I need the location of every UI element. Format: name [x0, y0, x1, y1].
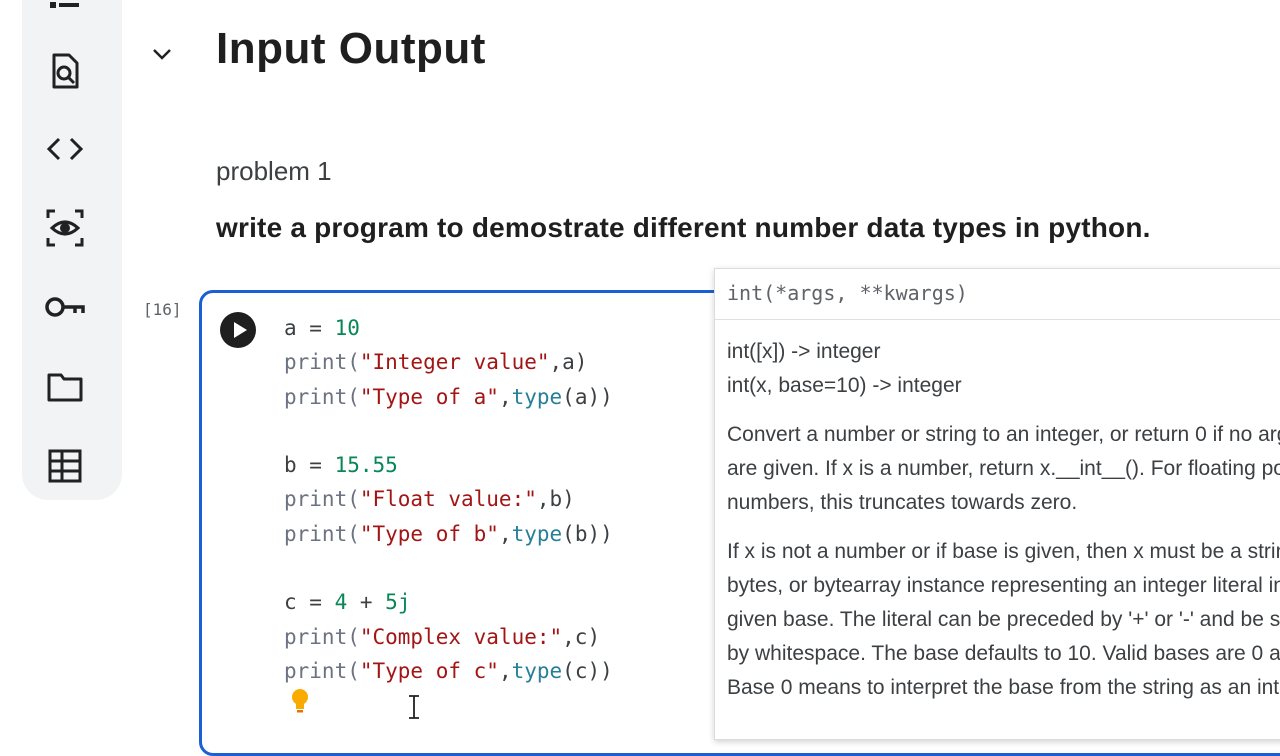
tooltip-line: by whitespace. The base defaults to 10. …: [727, 642, 1280, 665]
code-token: type: [511, 521, 563, 546]
code-token: (a)): [562, 384, 613, 409]
tooltip-line: Base 0 means to interpret the base from …: [727, 676, 1280, 699]
code-token: "Type of b": [359, 521, 499, 546]
execution-count: [16]: [143, 300, 182, 319]
lightbulb-icon[interactable]: [290, 688, 310, 714]
code-token: type: [511, 384, 563, 409]
code-token: ,: [498, 521, 512, 546]
code-token: 4: [334, 590, 348, 615]
code-token: ,: [498, 658, 512, 683]
code-token: "Type of c": [359, 658, 499, 683]
tooltip-signature: int(*args, **kwargs): [727, 281, 968, 305]
tooltip-line: If x is not a number or if base is given…: [727, 540, 1280, 563]
text-cursor-icon: [409, 695, 419, 719]
code-token: 15.55: [334, 453, 398, 478]
tooltip-line: are given. If x is a number, return x.__…: [727, 457, 1280, 480]
tooltip-docstring: int([x]) -> integer int(x, base=10) -> in…: [727, 335, 1280, 720]
code-token: +: [347, 590, 386, 615]
tooltip-line: int([x]) -> integer: [727, 340, 881, 363]
code-token: ,a): [549, 350, 588, 375]
code-token: a =: [284, 316, 335, 340]
code-line[interactable]: a = 10: [284, 311, 613, 345]
code-line[interactable]: [284, 414, 613, 448]
code-token: (b)): [562, 521, 613, 546]
tooltip-line: Convert a number or string to an integer…: [727, 423, 1280, 446]
code-token: (c)): [562, 658, 613, 683]
code-editor[interactable]: a = 10 print("Integer value",a) print("Typ…: [284, 311, 613, 688]
signature-help-tooltip: int(*args, **kwargs) int([x]) -> integer…: [714, 268, 1280, 740]
code-token: "Float value:": [359, 487, 537, 512]
code-token: print(: [284, 658, 360, 683]
chevron-down-icon[interactable]: [150, 42, 174, 66]
code-line[interactable]: b = 15.55: [284, 448, 613, 482]
secrets-key-icon[interactable]: [42, 284, 88, 330]
tooltip-paragraph: Convert a number or string to an integer…: [727, 418, 1280, 520]
variables-eye-icon[interactable]: [42, 205, 88, 251]
code-line[interactable]: print("Integer value",a): [284, 345, 613, 379]
tooltip-divider: [715, 319, 1280, 320]
code-token: 5j: [385, 590, 411, 615]
code-line[interactable]: print("Complex value:",c): [284, 620, 613, 654]
code-token: c =: [284, 590, 335, 615]
tooltip-line: numbers, this truncates towards zero.: [727, 491, 1078, 514]
code-line[interactable]: print("Type of b",type(b)): [284, 517, 613, 551]
list-icon[interactable]: [42, 0, 88, 26]
tooltip-line: bytes, or bytearray instance representin…: [727, 574, 1280, 597]
code-token: "Complex value:": [359, 624, 563, 649]
problem-statement: write a program to demostrate different …: [216, 212, 1151, 243]
code-line[interactable]: print("Type of c",type(c)): [284, 654, 613, 688]
code-line[interactable]: print("Type of a",type(a)): [284, 380, 613, 414]
code-token: "Integer value": [359, 350, 550, 375]
code-line[interactable]: print("Float value:",b): [284, 482, 613, 516]
code-token: 10: [334, 316, 360, 340]
code-token: type: [511, 658, 563, 683]
tooltip-line: given base. The literal can be preceded …: [727, 608, 1280, 631]
code-token: print(: [284, 384, 360, 409]
code-token: print(: [284, 350, 360, 375]
table-icon[interactable]: [42, 443, 88, 489]
code-token: ,: [498, 384, 512, 409]
code-token: print(: [284, 521, 360, 546]
code-brackets-icon[interactable]: [42, 126, 88, 172]
tooltip-line: int(x, base=10) -> integer: [727, 374, 962, 397]
code-token: print(: [284, 487, 360, 512]
code-token: print(: [284, 624, 360, 649]
play-icon: [221, 313, 255, 347]
folder-icon[interactable]: [42, 364, 88, 410]
find-in-page-icon[interactable]: [42, 48, 88, 94]
tooltip-paragraph: If x is not a number or if base is given…: [727, 535, 1280, 705]
problem-label: problem 1: [216, 156, 332, 186]
section-title: Input Output: [216, 24, 486, 73]
code-line[interactable]: [284, 551, 613, 585]
tooltip-paragraph: int([x]) -> integer int(x, base=10) -> in…: [727, 335, 1280, 403]
code-token: ,b): [536, 487, 575, 512]
code-line[interactable]: c = 4 + 5j: [284, 585, 613, 619]
code-token: b =: [284, 453, 335, 478]
code-token: "Type of a": [359, 384, 499, 409]
run-cell-button[interactable]: [220, 312, 256, 348]
code-token: ,c): [562, 624, 601, 649]
